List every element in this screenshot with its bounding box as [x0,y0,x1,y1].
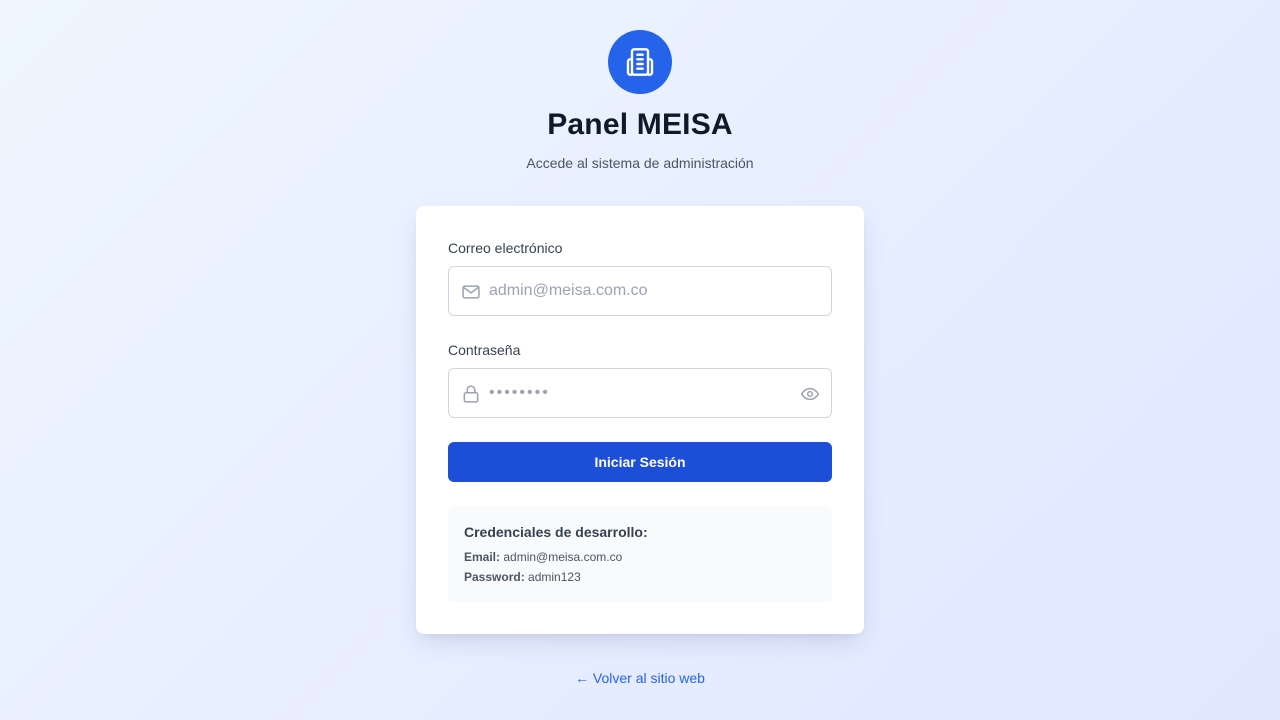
page-subtitle: Accede al sistema de administración [526,155,754,171]
lock-icon [461,384,481,404]
password-placeholder: •••••••• [489,384,550,401]
back-link-label: Volver al sitio web [592,670,705,686]
page-title: Panel MEISA [547,108,733,141]
back-to-site-link[interactable]: ← Volver al sitio web [575,670,705,686]
email-label: Correo electrónico [448,240,563,256]
dev-password-key: Password: [464,570,525,584]
logo-badge [608,30,672,94]
dev-credentials-box: Credenciales de desarrollo: Email: admin… [448,506,832,602]
dev-credentials-title: Credenciales de desarrollo: [464,524,648,540]
building-icon [626,48,654,76]
password-field[interactable]: •••••••• [448,368,832,418]
eye-icon[interactable] [799,383,821,405]
password-label: Contraseña [448,342,521,358]
login-card: Correo electrónico admin@meisa.com.co Co… [416,206,864,634]
email-placeholder: admin@meisa.com.co [489,282,648,299]
dev-password-line: Password: admin123 [464,570,581,584]
arrow-left-icon: ← [575,670,590,686]
dev-email-key: Email: [464,550,501,564]
dev-password-value: admin123 [528,570,581,584]
dev-email-value: admin@meisa.com.co [503,550,623,564]
login-button[interactable]: Iniciar Sesión [448,442,832,482]
back-link-container: ← Volver al sitio web [0,670,1280,686]
mail-icon [461,282,481,302]
dev-email-line: Email: admin@meisa.com.co [464,550,622,564]
email-field[interactable]: admin@meisa.com.co [448,266,832,316]
